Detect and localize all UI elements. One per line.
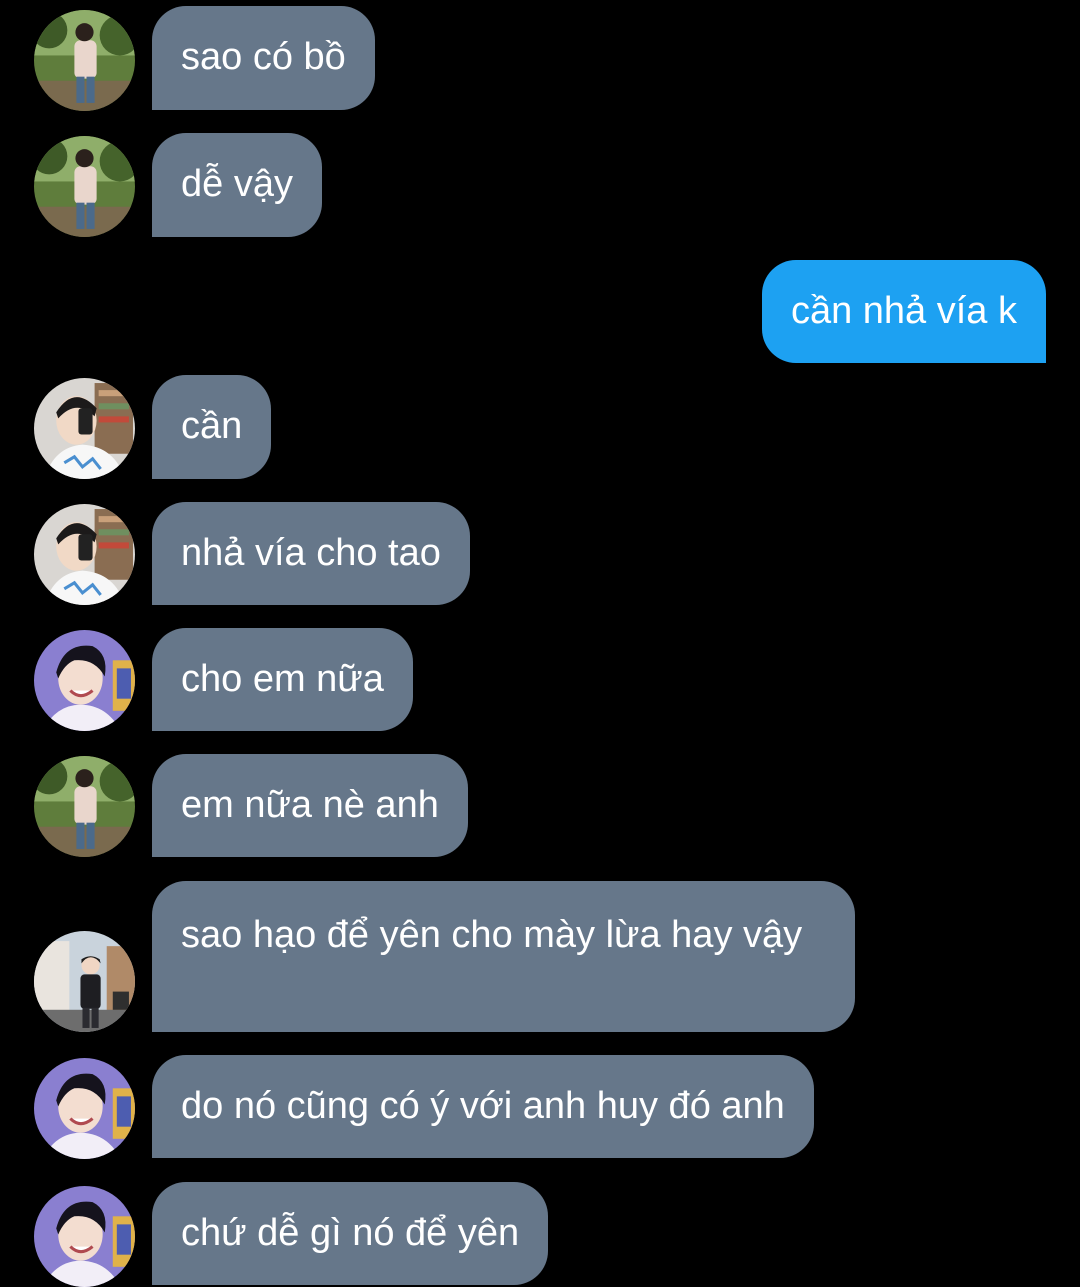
message-row: nhả vía cho tao	[0, 502, 1080, 605]
user-smile-avatar[interactable]	[34, 630, 135, 731]
message-bubble: do nó cũng có ý với anh huy đó anh	[152, 1055, 814, 1158]
message-row: do nó cũng có ý với anh huy đó anh	[0, 1055, 1080, 1158]
message-row: dễ vậy	[0, 133, 1080, 237]
message-bubble: sao hạo để yên cho mày lừa hay vậy	[152, 881, 855, 1032]
message-bubble: sao có bồ	[152, 6, 375, 110]
message-row: sao có bồ	[0, 6, 1080, 111]
message-row: chứ dễ gì nó để yên	[0, 1182, 1080, 1285]
message-bubble: nhả vía cho tao	[152, 502, 470, 605]
message-bubble: dễ vậy	[152, 133, 322, 237]
message-row: cần	[0, 375, 1080, 479]
message-row: sao hạo để yên cho mày lừa hay vậy	[0, 881, 1080, 1033]
chat-thread: sao có bồ dễ vậy cần nhả vía k cần nhả v…	[0, 0, 1080, 1287]
message-row-outgoing: cần nhả vía k	[0, 260, 1080, 363]
user-park-avatar[interactable]	[34, 10, 135, 111]
message-bubble: cho em nữa	[152, 628, 413, 731]
user-park-avatar[interactable]	[34, 136, 135, 237]
message-bubble: cần	[152, 375, 272, 479]
message-bubble: em nữa nè anh	[152, 754, 468, 857]
message-bubble: chứ dễ gì nó để yên	[152, 1182, 549, 1285]
user-smile-avatar[interactable]	[34, 1186, 135, 1287]
user-park-avatar[interactable]	[34, 756, 135, 857]
user-mirror-avatar[interactable]	[34, 504, 135, 605]
user-street-avatar[interactable]	[34, 931, 135, 1032]
message-row: cho em nữa	[0, 628, 1080, 731]
outgoing-message-bubble: cần nhả vía k	[761, 260, 1046, 363]
user-smile-avatar[interactable]	[34, 1058, 135, 1159]
user-mirror-avatar[interactable]	[34, 378, 135, 479]
message-row: em nữa nè anh	[0, 754, 1080, 857]
